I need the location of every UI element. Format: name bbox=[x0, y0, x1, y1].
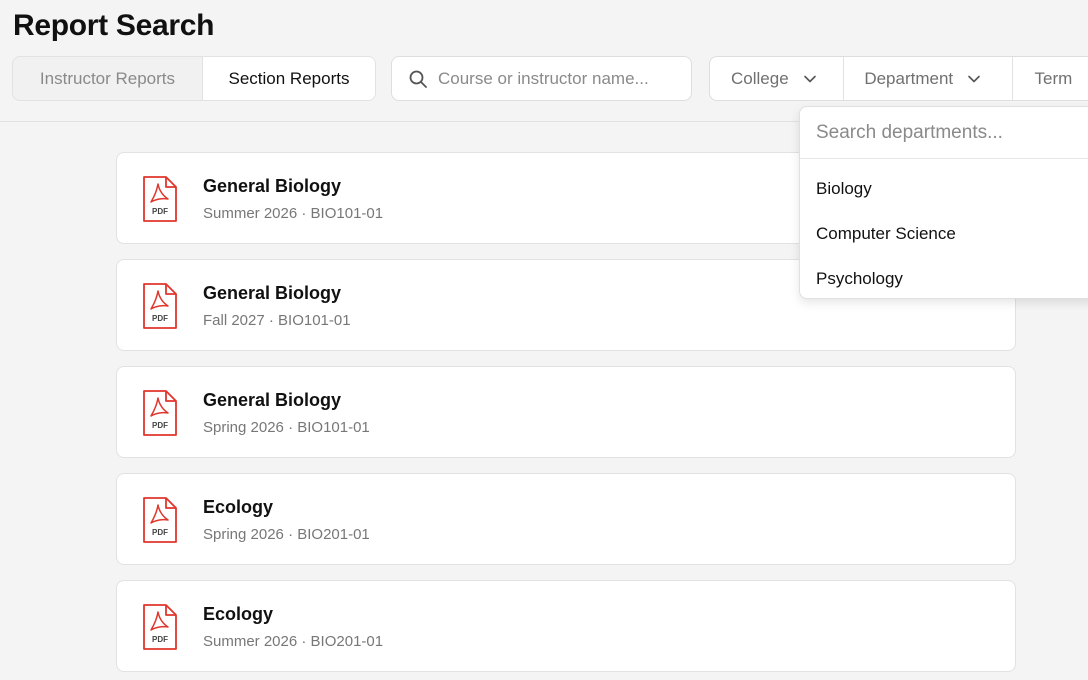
tab-instructor-reports[interactable]: Instructor Reports bbox=[13, 57, 202, 100]
pdf-icon: PDF bbox=[143, 283, 177, 329]
header: Report Search Instructor Reports Section… bbox=[0, 0, 1088, 122]
college-filter-label: College bbox=[731, 68, 789, 88]
report-search-page: Report Search Instructor Reports Section… bbox=[0, 0, 1088, 680]
department-option-biology[interactable]: Biology bbox=[800, 166, 1088, 211]
search-box bbox=[391, 56, 692, 101]
report-subtitle: Summer 2026 · BIO201-01 bbox=[203, 633, 384, 650]
svg-text:PDF: PDF bbox=[152, 635, 168, 644]
report-title: General Biology bbox=[203, 283, 342, 303]
department-dropdown: Biology Computer Science Psychology bbox=[799, 106, 1088, 299]
report-subtitle: Spring 2026 · BIO201-01 bbox=[203, 526, 370, 543]
report-title: Ecology bbox=[203, 497, 274, 517]
report-type-tabs: Instructor Reports Section Reports bbox=[12, 56, 376, 101]
report-subtitle: Fall 2027 · BIO101-01 bbox=[203, 312, 351, 329]
pdf-icon: PDF bbox=[143, 497, 177, 543]
svg-text:PDF: PDF bbox=[152, 207, 168, 216]
search-input[interactable] bbox=[438, 68, 678, 89]
department-search-input[interactable] bbox=[816, 121, 1076, 144]
term-filter-label: Term bbox=[1034, 68, 1073, 88]
chevron-down-icon bbox=[968, 75, 980, 82]
report-card[interactable]: PDF Ecology Spring 2026 · BIO201-01 bbox=[116, 473, 1016, 565]
pdf-icon: PDF bbox=[143, 390, 177, 436]
svg-text:PDF: PDF bbox=[152, 314, 168, 323]
department-option-computer-science[interactable]: Computer Science bbox=[800, 211, 1088, 256]
filter-bar: College Department Term bbox=[709, 56, 1088, 101]
college-filter[interactable]: College bbox=[710, 57, 845, 100]
department-search bbox=[800, 107, 1088, 159]
tab-section-reports[interactable]: Section Reports bbox=[201, 57, 375, 100]
page-title: Report Search bbox=[13, 9, 215, 42]
pdf-icon: PDF bbox=[143, 176, 177, 222]
report-subtitle: Summer 2026 · BIO101-01 bbox=[203, 205, 384, 222]
chevron-down-icon bbox=[803, 75, 816, 82]
search-icon bbox=[409, 70, 427, 88]
department-filter-label: Department bbox=[864, 68, 954, 88]
term-filter[interactable]: Term bbox=[1013, 57, 1088, 100]
department-filter[interactable]: Department bbox=[844, 57, 1014, 100]
report-subtitle: Spring 2026 · BIO101-01 bbox=[203, 419, 370, 436]
report-title: General Biology bbox=[203, 176, 342, 196]
report-card[interactable]: PDF General Biology Spring 2026 · BIO101… bbox=[116, 366, 1016, 458]
report-title: General Biology bbox=[203, 390, 342, 410]
report-card[interactable]: PDF Ecology Summer 2026 · BIO201-01 bbox=[116, 580, 1016, 672]
svg-text:PDF: PDF bbox=[152, 528, 168, 537]
svg-text:PDF: PDF bbox=[152, 421, 168, 430]
department-option-psychology[interactable]: Psychology bbox=[800, 256, 1088, 298]
department-options: Biology Computer Science Psychology bbox=[800, 159, 1088, 298]
pdf-icon: PDF bbox=[143, 604, 177, 650]
report-title: Ecology bbox=[203, 604, 274, 624]
